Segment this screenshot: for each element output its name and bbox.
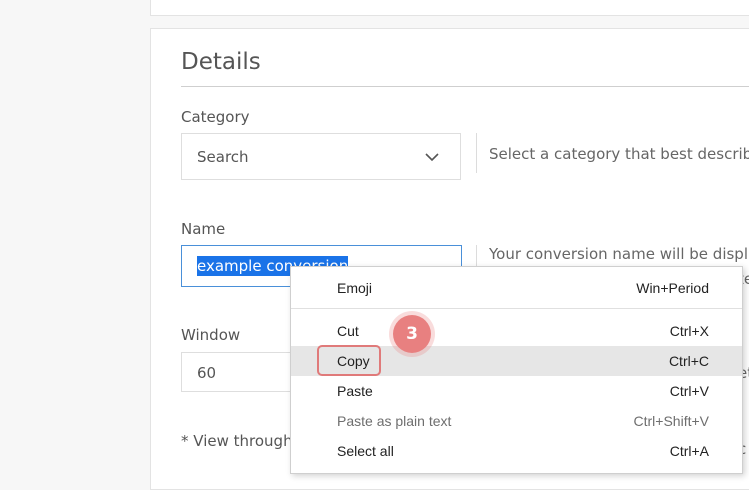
previous-section-card — [150, 0, 749, 16]
context-menu-item-shortcut: Win+Period — [636, 280, 709, 296]
context-menu-item-label: Select all — [337, 443, 394, 459]
copy-highlight-box — [317, 345, 381, 376]
context-menu-item-paste[interactable]: Paste Ctrl+V — [291, 376, 742, 406]
name-help-line: Your conversion name will be displ — [489, 245, 748, 263]
context-menu-separator — [291, 308, 742, 309]
name-label: Name — [181, 220, 226, 238]
context-menu-item-shortcut: Ctrl+X — [669, 323, 709, 339]
context-menu-item-shortcut: Ctrl+C — [668, 353, 709, 369]
category-select[interactable]: Search — [181, 133, 461, 180]
context-menu-item-select-all[interactable]: Select all Ctrl+A — [291, 436, 742, 466]
window-label: Window — [181, 326, 241, 344]
window-input[interactable]: 60 — [181, 352, 301, 392]
context-menu-item-paste-plain[interactable]: Paste as plain text Ctrl+Shift+V — [291, 406, 742, 436]
context-menu-item-label: Paste — [337, 383, 373, 399]
context-menu-item-shortcut: Ctrl+Shift+V — [633, 413, 709, 429]
context-menu-item-label: Emoji — [337, 280, 373, 296]
step-number-badge: 3 — [393, 315, 431, 353]
section-title: Details — [181, 49, 261, 75]
context-menu-item-label: Cut — [337, 323, 359, 339]
context-menu-item-emoji[interactable]: Emoji Win+Period — [291, 273, 742, 303]
context-menu-item-cut[interactable]: Cut Ctrl+X — [291, 316, 742, 346]
context-menu-item-label: Paste as plain text — [337, 413, 452, 429]
category-label: Category — [181, 108, 250, 126]
context-menu-item-shortcut: Ctrl+V — [669, 383, 709, 399]
window-input-value: 60 — [197, 364, 217, 382]
category-help-text: Select a category that best describe — [476, 133, 749, 173]
chevron-down-icon — [425, 153, 439, 162]
footnote-text: * View through — [181, 432, 293, 450]
category-select-value: Search — [197, 148, 249, 166]
context-menu-item-shortcut: Ctrl+A — [669, 443, 709, 459]
title-divider — [181, 86, 749, 87]
